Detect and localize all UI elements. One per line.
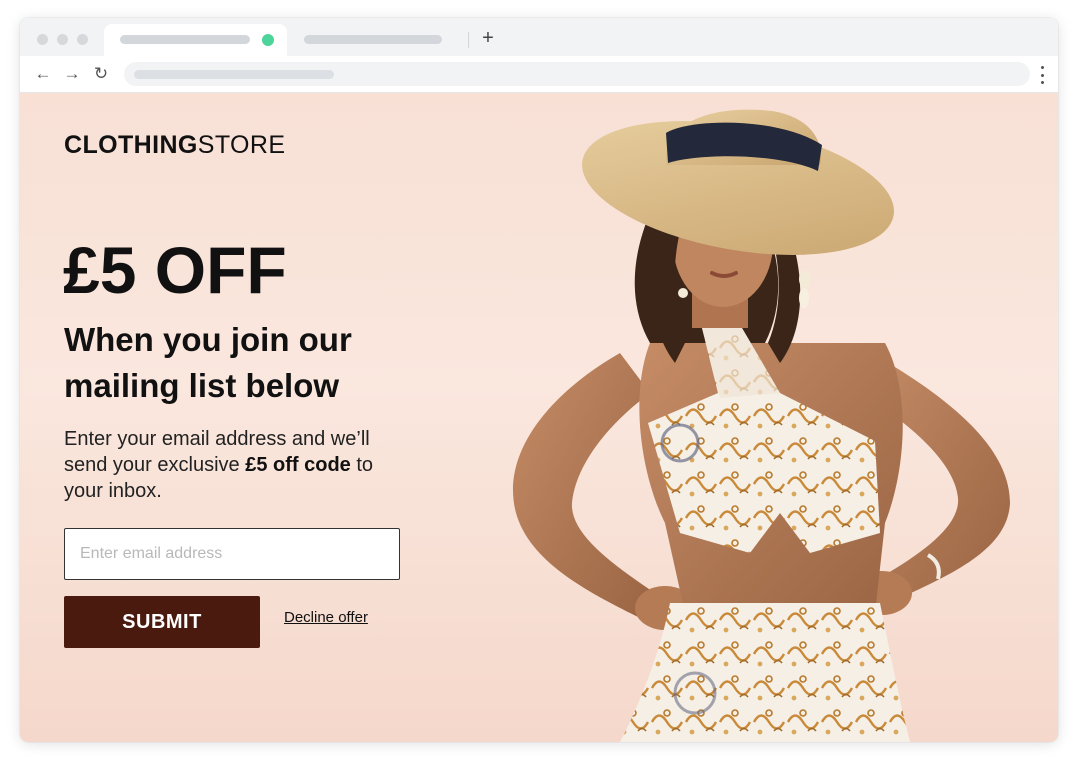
tab-separator — [468, 32, 469, 48]
new-tab-icon[interactable]: + — [477, 26, 499, 50]
back-arrow-icon[interactable]: ← — [32, 62, 54, 86]
forward-arrow-icon[interactable]: → — [61, 62, 83, 86]
email-input[interactable] — [64, 528, 400, 580]
signup-popup: CLOTHINGSTORE £5 OFF When you join our m… — [20, 93, 1058, 742]
kebab-menu-icon[interactable] — [1036, 66, 1048, 84]
tab-title-placeholder — [120, 35, 250, 44]
address-bar[interactable] — [124, 62, 1030, 86]
window-control-maximize[interactable] — [77, 34, 88, 45]
model-illustration — [513, 109, 1010, 742]
tab-active[interactable] — [104, 24, 287, 56]
offer-description: Enter your email address and we’ll send … — [64, 426, 414, 504]
browser-toolbar: ← → ↻ — [20, 56, 1058, 93]
tab-inactive[interactable] — [288, 24, 468, 56]
decline-offer-link[interactable]: Decline offer — [284, 609, 368, 626]
description-highlight: £5 off code — [245, 454, 351, 476]
store-logo: CLOTHINGSTORE — [64, 131, 285, 160]
url-placeholder — [134, 70, 334, 79]
tab-status-dot-icon — [262, 34, 274, 46]
tab-title-placeholder — [304, 35, 442, 44]
submit-button[interactable]: SUBMIT — [64, 596, 260, 648]
offer-headline: £5 OFF — [63, 233, 287, 307]
model-photo — [480, 93, 1058, 742]
logo-regular-part: STORE — [197, 131, 286, 159]
offer-subheadline: When you join our mailing list below — [64, 321, 352, 404]
browser-window: + ← → ↻ CLOTHINGSTORE £5 OFF When you jo… — [20, 18, 1058, 742]
window-control-minimize[interactable] — [57, 34, 68, 45]
tab-bar: + — [20, 18, 1058, 56]
window-control-close[interactable] — [37, 34, 48, 45]
logo-bold-part: CLOTHING — [64, 131, 198, 159]
reload-icon[interactable]: ↻ — [90, 62, 112, 86]
